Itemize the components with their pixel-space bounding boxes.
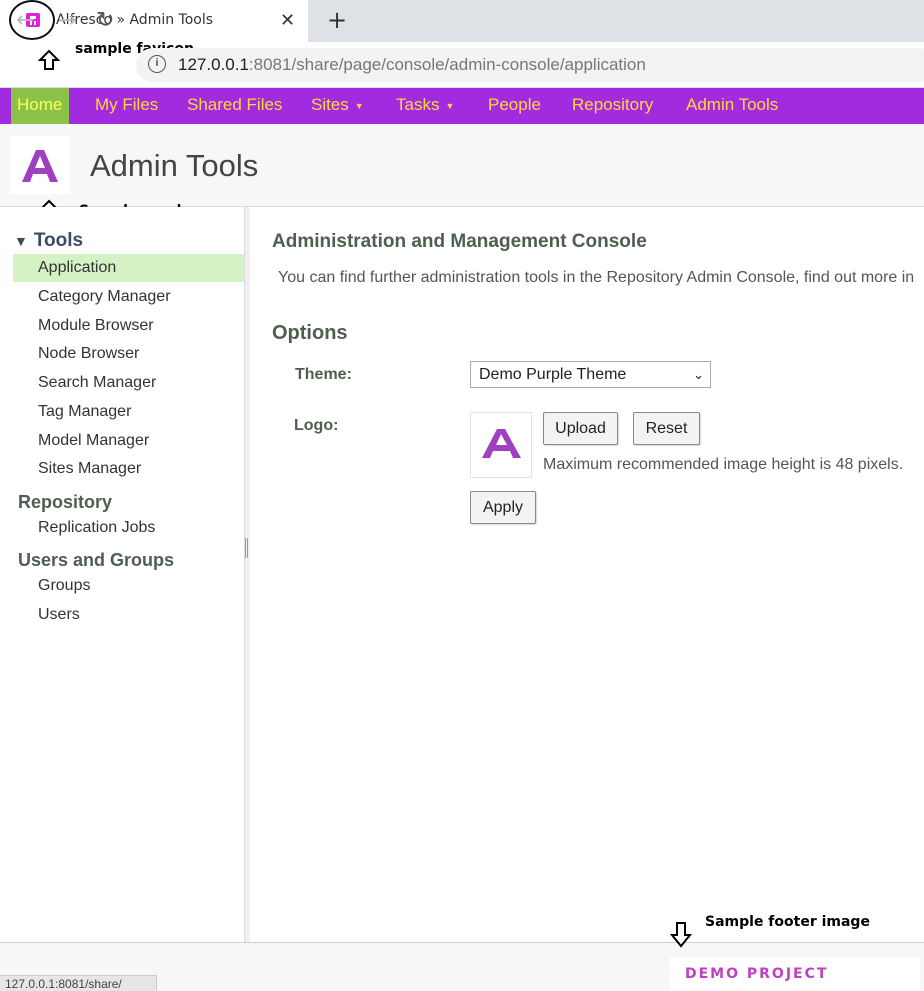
site-info-icon[interactable]: i [148, 55, 166, 73]
logo-preview-icon [482, 429, 521, 458]
sidebar-item-tag-manager[interactable]: Tag Manager [13, 398, 244, 426]
up-arrow-annotation-icon [38, 49, 60, 70]
nav-people[interactable]: People [482, 88, 547, 124]
sidebar-resize-handle[interactable] [244, 207, 250, 942]
sidebar-item-groups[interactable]: Groups [13, 572, 244, 600]
theme-label: Theme: [295, 366, 352, 383]
sidebar-section-repository[interactable]: Repository [18, 492, 112, 513]
theme-select-value: Demo Purple Theme [479, 366, 627, 383]
options-heading: Options [272, 322, 348, 344]
sidebar-item-model-manager[interactable]: Model Manager [13, 427, 244, 455]
back-icon[interactable]: ← [16, 8, 34, 33]
down-arrow-annotation-icon [670, 922, 692, 948]
footer-annotation: Sample footer image [705, 914, 870, 930]
close-tab-icon[interactable]: ✕ [280, 10, 295, 31]
url-text[interactable]: 127.0.0.1:8081/share/page/console/admin-… [178, 55, 646, 75]
sidebar-item-search-manager[interactable]: Search Manager [13, 369, 244, 397]
console-description: You can find further administration tool… [278, 269, 915, 286]
chevron-down-icon: ▼ [354, 100, 364, 111]
app-nav-bar: Home My Files Shared Files Sites ▼ Tasks ▼… [0, 88, 924, 124]
app-logo [10, 136, 70, 194]
browser-status-url: 127.0.0.1:8081/share/ [0, 975, 157, 991]
sidebar-item-node-browser[interactable]: Node Browser [13, 340, 244, 368]
reset-button[interactable]: Reset [633, 412, 700, 445]
console-title: Administration and Management Console [272, 231, 647, 252]
reload-icon[interactable]: ↻ [96, 8, 114, 33]
footer-logo-text: DEMO PROJECT [685, 966, 829, 982]
triangle-down-icon: ▼ [14, 233, 28, 249]
page-title: Admin Tools [90, 148, 259, 183]
nav-admin-tools[interactable]: Admin Tools [680, 88, 784, 124]
nav-repository[interactable]: Repository [566, 88, 659, 124]
nav-home[interactable]: Home [11, 88, 69, 124]
theme-select[interactable]: Demo Purple Theme ⌄ [470, 361, 711, 388]
sidebar-item-sites-manager[interactable]: Sites Manager [13, 455, 244, 483]
tab-title: Alfresco » Admin Tools [56, 12, 214, 28]
sidebar-section-tools[interactable]: ▼ Tools [14, 230, 83, 252]
chevron-down-icon: ▼ [445, 100, 455, 111]
sidebar-item-category-manager[interactable]: Category Manager [13, 283, 244, 311]
logo-size-hint: Maximum recommended image height is 48 p… [543, 456, 904, 473]
upload-button[interactable]: Upload [543, 412, 618, 445]
apply-button[interactable]: Apply [470, 491, 536, 524]
forward-icon[interactable]: → [58, 8, 76, 33]
sidebar-item-users[interactable]: Users [13, 601, 244, 629]
logo-label: Logo: [294, 417, 339, 434]
nav-my-files[interactable]: My Files [89, 88, 164, 124]
sidebar-item-replication-jobs[interactable]: Replication Jobs [13, 514, 244, 542]
browser-tab[interactable]: Alfresco » Admin Tools ✕ [0, 0, 308, 42]
nav-sites[interactable]: Sites ▼ [305, 88, 370, 124]
chevron-down-icon: ⌄ [693, 367, 704, 382]
nav-tasks[interactable]: Tasks ▼ [390, 88, 460, 124]
new-tab-icon[interactable]: + [327, 6, 347, 34]
resize-grip-icon[interactable] [245, 538, 248, 558]
sidebar-item-application[interactable]: Application [13, 254, 244, 282]
sidebar-section-users-and-groups[interactable]: Users and Groups [18, 550, 174, 571]
app-logo-icon [22, 150, 58, 182]
logo-preview [470, 412, 532, 478]
nav-shared-files[interactable]: Shared Files [181, 88, 288, 124]
sidebar-item-module-browser[interactable]: Module Browser [13, 312, 244, 340]
